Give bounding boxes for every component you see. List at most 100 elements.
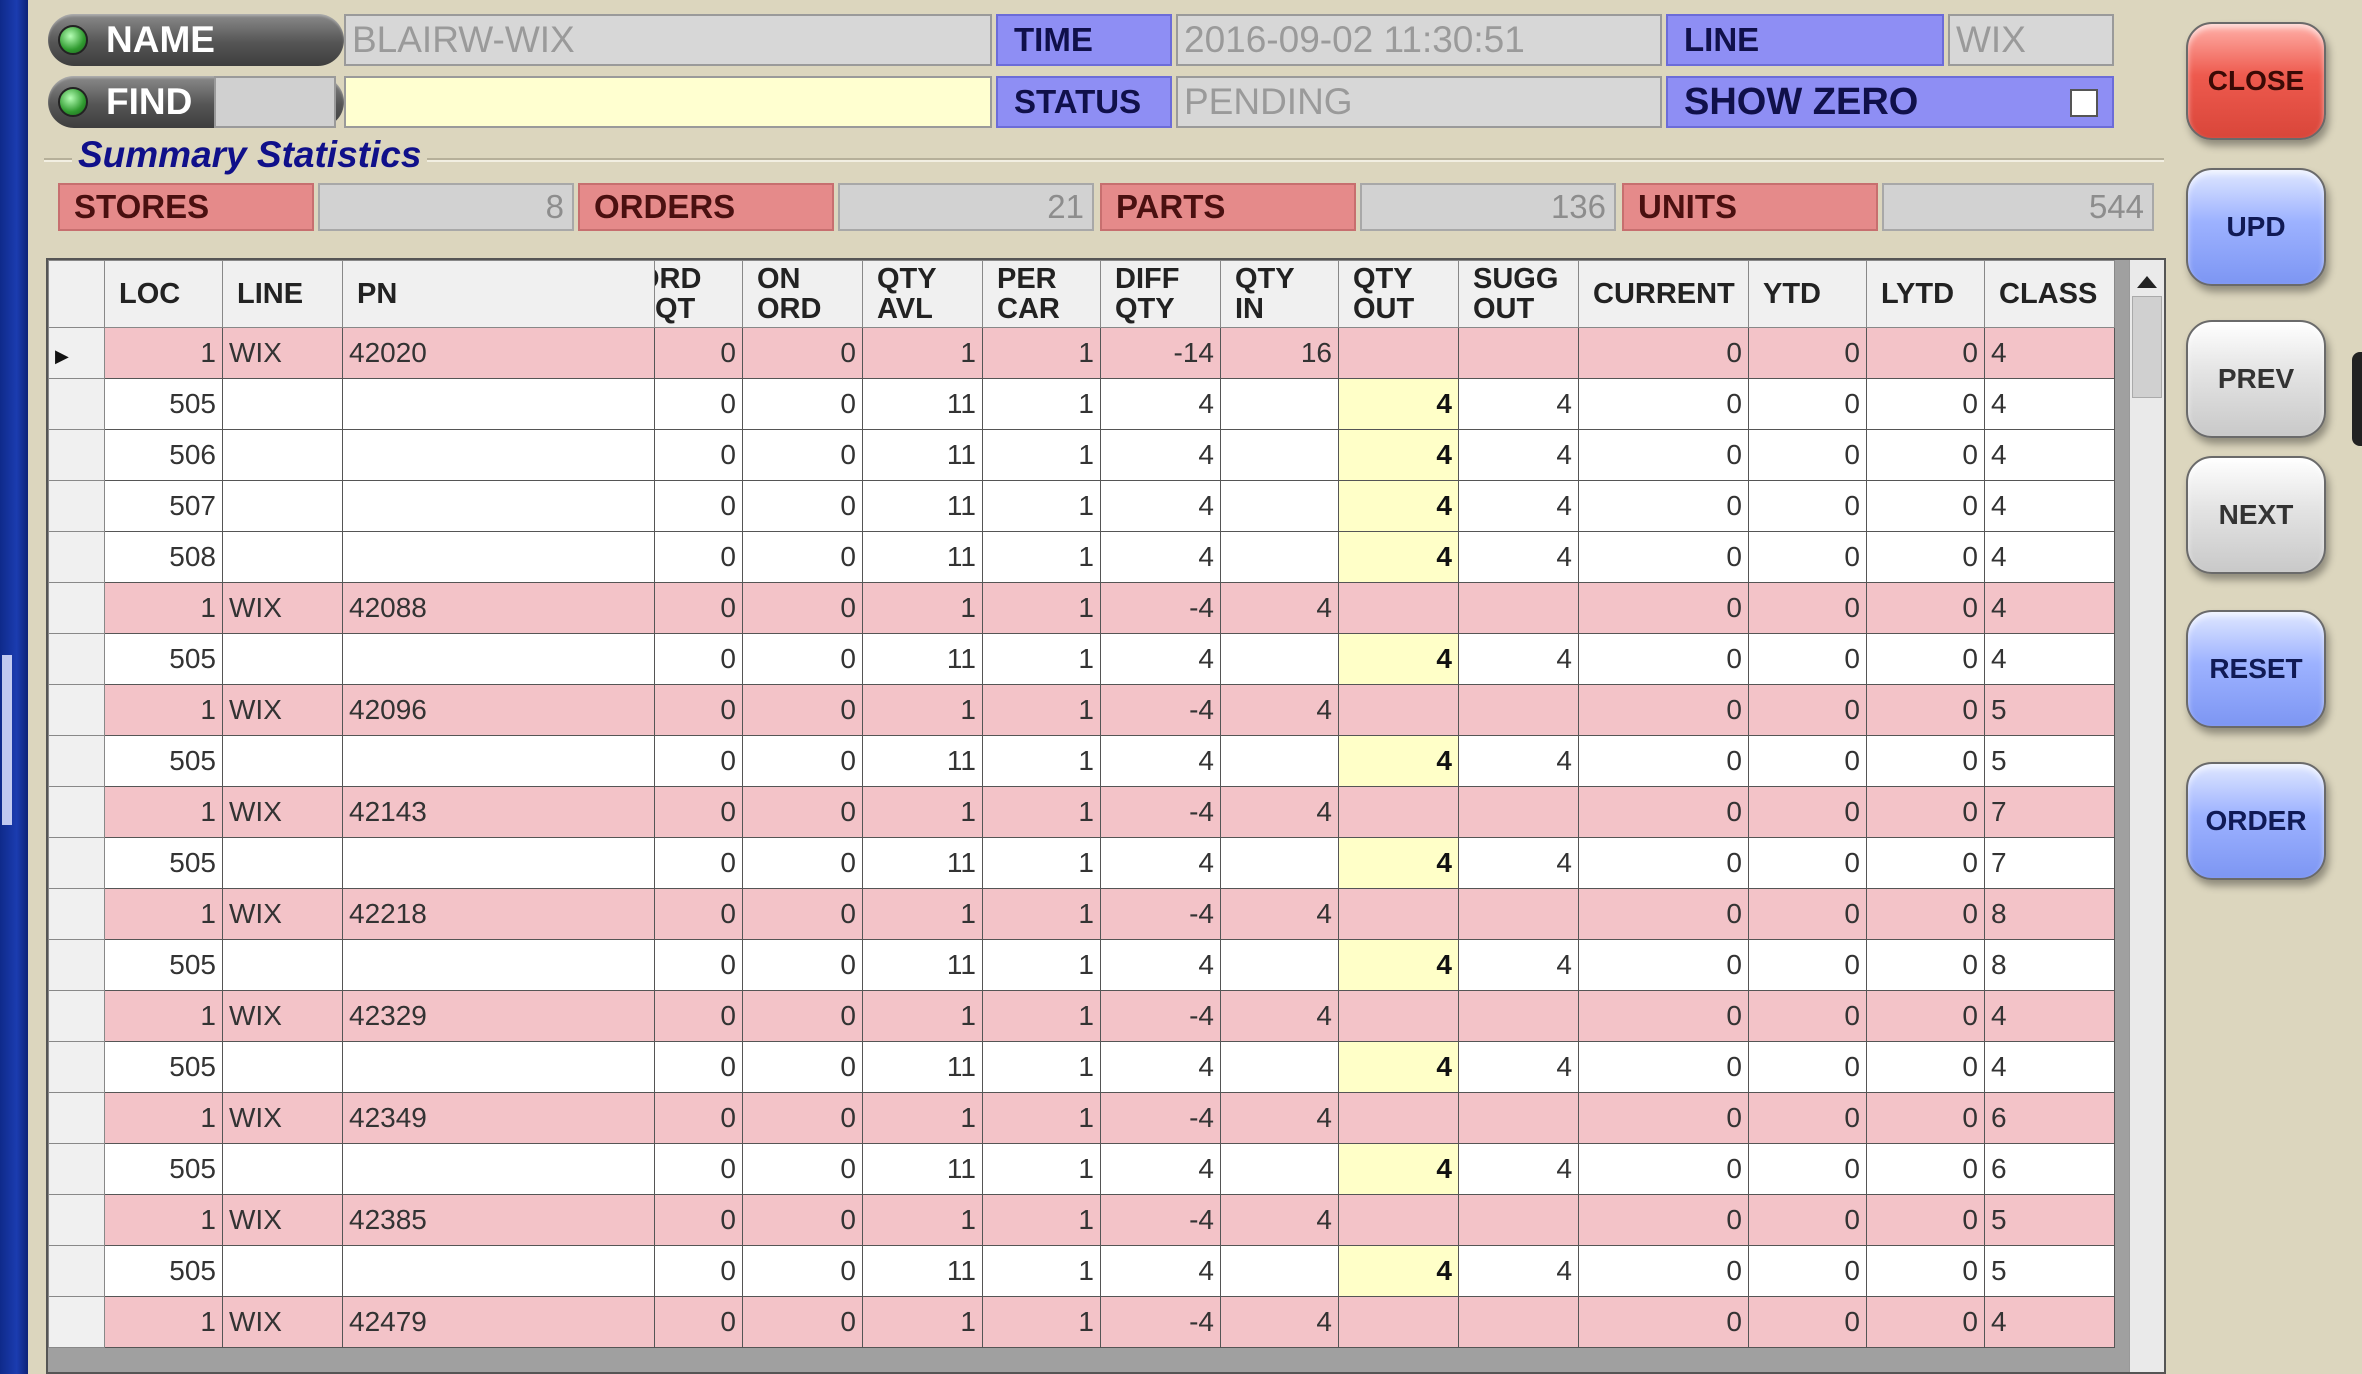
table-row[interactable]: 1 WIX 42349 0 0 1 1 -4 4 0 0 0 6	[48, 1092, 2115, 1144]
grid-cell	[222, 480, 343, 532]
grid-cell[interactable]	[1338, 888, 1459, 940]
name-field[interactable]: BLAIRW-WIX	[344, 14, 992, 66]
table-row[interactable]: 505 0 0 11 1 4 4 4 0 0 0 4	[48, 633, 2115, 685]
column-header[interactable]: QTY IN	[1220, 260, 1339, 328]
prev-button[interactable]: PREV	[2186, 320, 2326, 438]
scroll-thumb[interactable]	[2132, 296, 2162, 398]
grid-cell: WIX	[222, 1092, 343, 1144]
show-zero-checkbox[interactable]	[2070, 89, 2098, 117]
column-header[interactable]: ON ORD	[742, 260, 863, 328]
grid-cell[interactable]	[1338, 582, 1459, 634]
upd-button[interactable]: UPD	[2186, 168, 2326, 286]
row-selector[interactable]	[48, 480, 105, 532]
column-header[interactable]: PER CAR	[982, 260, 1101, 328]
grid-cell: 0	[742, 1296, 863, 1348]
table-row[interactable]: 505 0 0 11 1 4 4 4 0 0 0 7	[48, 837, 2115, 889]
row-selector[interactable]	[48, 378, 105, 430]
table-row[interactable]: ▶ 1 WIX 42020 0 0 1 1 -14 16 0 0 0 4	[48, 327, 2115, 379]
row-selector[interactable]	[48, 531, 105, 583]
row-selector[interactable]	[48, 1143, 105, 1195]
grid-cell[interactable]: 4	[1338, 480, 1459, 532]
grid-cell: 42349	[342, 1092, 655, 1144]
row-selector[interactable]: ▶	[48, 327, 105, 379]
grid-cell[interactable]	[1338, 990, 1459, 1042]
table-row[interactable]: 505 0 0 11 1 4 4 4 0 0 0 5	[48, 735, 2115, 787]
row-selector[interactable]	[48, 939, 105, 991]
column-header[interactable]: YTD	[1748, 260, 1867, 328]
column-header[interactable]: ORDQT	[654, 260, 743, 328]
reset-button[interactable]: RESET	[2186, 610, 2326, 728]
grid-cell[interactable]: 4	[1338, 633, 1459, 685]
table-row[interactable]: 505 0 0 11 1 4 4 4 0 0 0 6	[48, 1143, 2115, 1195]
table-row[interactable]: 505 0 0 11 1 4 4 4 0 0 0 8	[48, 939, 2115, 991]
order-button[interactable]: ORDER	[2186, 762, 2326, 880]
row-selector[interactable]	[48, 684, 105, 736]
grid-cell[interactable]: 4	[1338, 378, 1459, 430]
grid-cell[interactable]: 4	[1338, 1245, 1459, 1297]
grid-cell[interactable]	[1338, 1296, 1459, 1348]
triangle-up-icon[interactable]	[2137, 276, 2157, 288]
grid-cell[interactable]: 4	[1338, 939, 1459, 991]
table-row[interactable]: 505 0 0 11 1 4 4 4 0 0 0 5	[48, 1245, 2115, 1297]
column-header[interactable]: CLASS	[1984, 260, 2115, 328]
row-selector[interactable]	[48, 1092, 105, 1144]
row-selector[interactable]	[48, 1041, 105, 1093]
grid-cell[interactable]: 4	[1338, 531, 1459, 583]
grid-cell	[342, 531, 655, 583]
next-button[interactable]: NEXT	[2186, 456, 2326, 574]
grid-cell[interactable]: 4	[1338, 1041, 1459, 1093]
column-header[interactable]: LOC	[104, 260, 223, 328]
grid-cell[interactable]: 4	[1338, 735, 1459, 787]
grid-cell[interactable]	[1338, 327, 1459, 379]
grid-cell[interactable]	[1338, 1194, 1459, 1246]
table-row[interactable]: 1 WIX 42385 0 0 1 1 -4 4 0 0 0 5	[48, 1194, 2115, 1246]
row-selector[interactable]	[48, 735, 105, 787]
grid-cell: 1	[982, 582, 1101, 634]
row-selector[interactable]	[48, 990, 105, 1042]
grid-cell[interactable]	[1338, 684, 1459, 736]
table-row[interactable]: 506 0 0 11 1 4 4 4 0 0 0 4	[48, 429, 2115, 481]
row-selector[interactable]	[48, 837, 105, 889]
column-header[interactable]: PN	[342, 260, 655, 328]
column-header[interactable]: LINE	[222, 260, 343, 328]
row-selector[interactable]	[48, 786, 105, 838]
grid-vertical-scrollbar[interactable]	[2129, 260, 2164, 1372]
row-selector[interactable]	[48, 1245, 105, 1297]
grid-cell: 7	[1984, 837, 2115, 889]
column-header[interactable]: SUGG OUT	[1458, 260, 1579, 328]
grid-cell: 4	[1984, 327, 2115, 379]
close-button[interactable]: CLOSE	[2186, 22, 2326, 140]
row-selector[interactable]	[48, 429, 105, 481]
parts-grid[interactable]: LOCLINEPNORDQTONORDQTYAVLPERCARDIFFQTYQT…	[46, 258, 2166, 1374]
grid-cell[interactable]: 4	[1338, 429, 1459, 481]
table-row[interactable]: 1 WIX 42088 0 0 1 1 -4 4 0 0 0 4	[48, 582, 2115, 634]
table-row[interactable]: 508 0 0 11 1 4 4 4 0 0 0 4	[48, 531, 2115, 583]
show-zero-toggle[interactable]: SHOW ZERO	[1666, 76, 2114, 128]
grid-cell[interactable]: 4	[1338, 837, 1459, 889]
column-header[interactable]: LYTD	[1866, 260, 1985, 328]
column-header[interactable]: QTY AVL	[862, 260, 983, 328]
table-row[interactable]: 1 WIX 42096 0 0 1 1 -4 4 0 0 0 5	[48, 684, 2115, 736]
table-row[interactable]: 1 WIX 42329 0 0 1 1 -4 4 0 0 0 4	[48, 990, 2115, 1042]
table-row[interactable]: 505 0 0 11 1 4 4 4 0 0 0 4	[48, 1041, 2115, 1093]
column-header[interactable]: QTY OUT	[1338, 260, 1459, 328]
find-input[interactable]	[344, 76, 992, 128]
table-row[interactable]: 1 WIX 42218 0 0 1 1 -4 4 0 0 0 8	[48, 888, 2115, 940]
row-selector[interactable]	[48, 582, 105, 634]
table-row[interactable]: 507 0 0 11 1 4 4 4 0 0 0 4	[48, 480, 2115, 532]
grid-cell[interactable]: 4	[1338, 1143, 1459, 1195]
table-row[interactable]: 1 WIX 42479 0 0 1 1 -4 4 0 0 0 4	[48, 1296, 2115, 1348]
grid-cell[interactable]	[1338, 1092, 1459, 1144]
row-selector[interactable]	[48, 888, 105, 940]
row-selector[interactable]	[48, 633, 105, 685]
line-label: LINE	[1666, 14, 1944, 66]
column-header[interactable]: DIFF QTY	[1100, 260, 1221, 328]
column-header[interactable]: CURRENT	[1578, 260, 1749, 328]
row-selector[interactable]	[48, 1194, 105, 1246]
table-row[interactable]: 505 0 0 11 1 4 4 4 0 0 0 4	[48, 378, 2115, 430]
grid-cell[interactable]	[1338, 786, 1459, 838]
grid-cell: 1	[982, 1245, 1101, 1297]
table-row[interactable]: 1 WIX 42143 0 0 1 1 -4 4 0 0 0 7	[48, 786, 2115, 838]
row-selector[interactable]	[48, 1296, 105, 1348]
grid-cell: 0	[654, 990, 743, 1042]
